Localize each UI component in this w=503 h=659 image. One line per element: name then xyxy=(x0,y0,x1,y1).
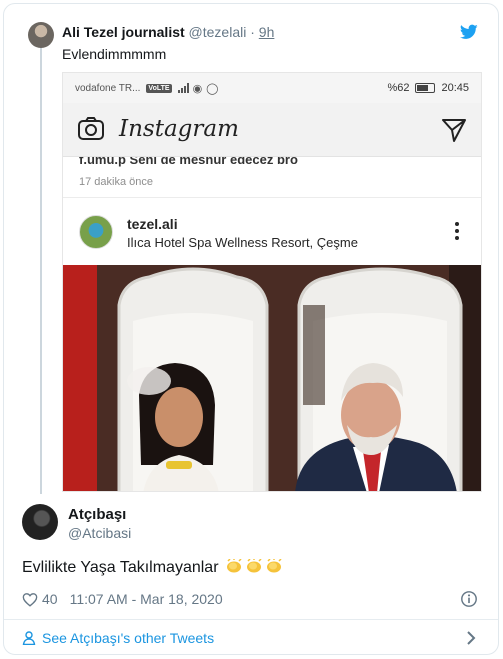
direct-send-icon xyxy=(442,119,466,142)
more-vertical-icon xyxy=(455,222,459,240)
divider xyxy=(63,197,481,198)
quoted-author-name[interactable]: Ali Tezel journalist xyxy=(62,24,185,40)
instagram-screenshot[interactable]: vodafone TR... VoLTE ◉ ◯ %62 20:45 Insta… xyxy=(62,72,482,492)
clapping-hands-emoji xyxy=(246,559,262,573)
tweet-text-body: Evlilikte Yaşa Takılmayanlar xyxy=(22,559,219,576)
post-location: Ilıca Hotel Spa Wellness Resort, Çeşme xyxy=(127,235,358,250)
battery-percent: %62 xyxy=(387,82,410,94)
comment-age: 17 dakika önce xyxy=(79,176,153,188)
clapping-hands-emoji xyxy=(266,559,282,573)
quoted-tweet-header: Ali Tezel journalist @tezelali · 9h xyxy=(62,24,274,40)
quoted-tweet-time[interactable]: 9h xyxy=(259,24,275,40)
cut-off-comment: f.umu.p Seni de meshur edecez bro xyxy=(79,157,298,167)
tweet-meta: 40 11:07 AM - Mar 18, 2020 xyxy=(22,591,223,607)
wifi-icon: ◉ xyxy=(192,82,203,95)
quoted-author-avatar[interactable] xyxy=(28,22,54,48)
heart-icon[interactable] xyxy=(22,592,38,607)
twitter-bird-icon[interactable] xyxy=(460,24,478,40)
phone-status-bar: vodafone TR... VoLTE ◉ ◯ %62 20:45 xyxy=(63,73,481,103)
info-icon[interactable] xyxy=(460,590,478,608)
author-handle[interactable]: @Atcibasi xyxy=(68,525,131,541)
volte-badge: VoLTE xyxy=(146,83,172,93)
person-icon xyxy=(22,631,36,645)
author-avatar[interactable] xyxy=(22,504,58,540)
clapping-hands-emoji xyxy=(226,559,242,573)
status-clock: 20:45 xyxy=(441,82,469,94)
thread-line xyxy=(40,46,42,494)
tweet-timestamp[interactable]: 11:07 AM - Mar 18, 2020 xyxy=(70,591,223,607)
whatsapp-icon: ◯ xyxy=(206,82,219,95)
embedded-tweet-card: Ali Tezel journalist @tezelali · 9h Evle… xyxy=(3,3,499,655)
quoted-tweet-text: Evlendimmmmm xyxy=(62,46,167,62)
divider xyxy=(4,619,498,620)
post-username: tezel.ali xyxy=(127,216,178,232)
instagram-logo: Instagram xyxy=(119,116,239,142)
tweet-text: Evlilikte Yaşa Takılmayanlar xyxy=(22,559,283,577)
chevron-right-icon[interactable] xyxy=(466,631,476,645)
see-other-tweets-label[interactable]: See Atçıbaşı's other Tweets xyxy=(42,630,214,646)
post-author-avatar xyxy=(79,215,113,249)
signal-icon xyxy=(177,83,189,93)
see-other-tweets-link[interactable]: See Atçıbaşı's other Tweets xyxy=(22,630,214,646)
quoted-author-handle[interactable]: @tezelali xyxy=(189,24,247,40)
carrier-label: vodafone TR... xyxy=(75,82,141,94)
instagram-header: Instagram xyxy=(63,103,481,157)
wedding-photo xyxy=(63,265,481,491)
author-name[interactable]: Atçıbaşı xyxy=(68,506,126,523)
camera-icon xyxy=(78,117,104,140)
header-separator: · xyxy=(250,24,255,40)
like-count[interactable]: 40 xyxy=(42,591,58,607)
battery-icon xyxy=(415,83,436,93)
